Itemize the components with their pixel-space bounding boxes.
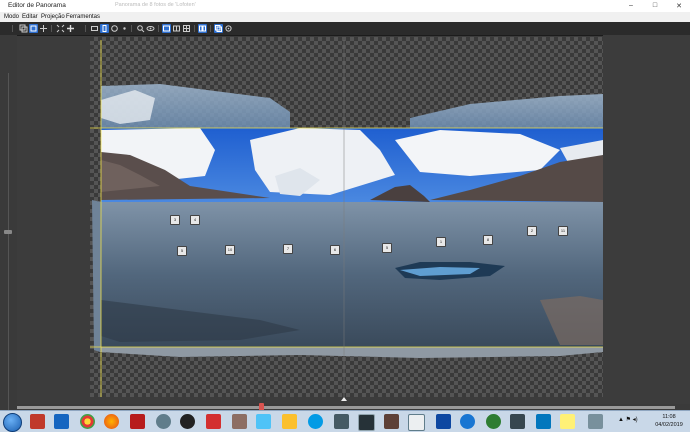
settings-icon[interactable] [224, 24, 233, 33]
app-icon-blue[interactable] [460, 414, 475, 429]
toolbar-separator [210, 25, 211, 32]
toolbar-separator [131, 25, 132, 32]
photoshop-icon[interactable] [436, 414, 451, 429]
lightroom-icon[interactable] [358, 414, 375, 431]
control-point[interactable]: 11 [558, 226, 568, 236]
firefox-icon[interactable] [104, 414, 119, 429]
control-point[interactable]: 10 [225, 245, 235, 255]
outlook-icon[interactable] [54, 414, 69, 429]
app-icon-window[interactable] [408, 414, 425, 431]
app-icon-pale-yellow[interactable] [560, 414, 575, 429]
menu-editar[interactable]: Editar [22, 14, 38, 20]
app-icon-yellow[interactable] [282, 414, 297, 429]
skype-icon[interactable] [308, 414, 323, 429]
control-point[interactable]: 4 [190, 215, 200, 225]
control-point[interactable]: 5 [177, 246, 187, 256]
toolbar-separator [12, 25, 13, 32]
view-split-icon[interactable] [172, 24, 181, 33]
app-icon-slate[interactable] [334, 414, 349, 429]
filezilla-icon[interactable] [130, 414, 145, 429]
app-icon-gray[interactable] [510, 414, 525, 429]
background-tab-title[interactable]: Panorama de 8 fotos de 'Lofoten' [115, 2, 196, 8]
chrome-icon[interactable] [80, 414, 95, 429]
clock[interactable]: 11:08 04/02/2019 [652, 413, 686, 429]
rect-icon[interactable] [90, 24, 99, 33]
start-button[interactable] [3, 413, 22, 432]
layers-icon[interactable] [19, 24, 28, 33]
app-icon-brown[interactable] [232, 414, 247, 429]
app-icon-red[interactable] [30, 414, 45, 429]
app-icon-light-blue[interactable] [256, 414, 271, 429]
move-icon[interactable] [39, 24, 48, 33]
close-button[interactable]: ✕ [672, 1, 686, 10]
system-tray[interactable]: ▲ ⚑ ◂) [618, 416, 638, 423]
columns-icon[interactable] [198, 24, 207, 33]
vlc-icon[interactable] [180, 414, 195, 429]
maximize-button[interactable]: □ [648, 1, 662, 10]
menu-modo[interactable]: Modo [4, 14, 19, 20]
horizontal-slider-track[interactable] [17, 406, 675, 409]
toolbar-separator [194, 25, 195, 32]
view-single-icon[interactable] [162, 24, 171, 33]
control-point[interactable]: 7 [283, 244, 293, 254]
add-icon[interactable] [66, 24, 75, 33]
settings-app-icon[interactable] [156, 414, 171, 429]
window-title: Editor de Panorama [8, 2, 66, 9]
clock-time: 11:08 [662, 414, 676, 420]
app-icon-darkbrown[interactable] [384, 414, 399, 429]
zoom-icon[interactable] [136, 24, 145, 33]
layers-stack-icon[interactable] [214, 24, 223, 33]
toolbar-separator [158, 25, 159, 32]
app-icon-green[interactable] [486, 414, 501, 429]
control-point[interactable]: 3 [170, 215, 180, 225]
left-panel [0, 35, 17, 429]
control-point[interactable]: 5 [382, 243, 392, 253]
app-icon-dark-red[interactable] [206, 414, 221, 429]
toolbar [0, 22, 690, 36]
toolbar-separator [51, 25, 52, 32]
window-controls: – □ ✕ [624, 1, 686, 10]
vertical-slider-track[interactable] [8, 73, 9, 429]
taskbar: ▲ ⚑ ◂) 11:08 04/02/2019 [0, 410, 690, 432]
clock-date: 04/02/2019 [655, 422, 683, 428]
right-empty-area [603, 35, 690, 404]
app-icon-gray-blue[interactable] [588, 414, 603, 429]
toolbar-separator [85, 25, 86, 32]
crop-select-icon[interactable] [29, 24, 38, 33]
vertical-slider-handle[interactable] [4, 230, 12, 234]
minimize-button[interactable]: – [624, 1, 638, 10]
menu-projecao[interactable]: Projeção [41, 14, 65, 20]
crop-icon[interactable] [100, 24, 109, 33]
control-point[interactable]: 6 [330, 245, 340, 255]
control-point[interactable]: 8 [483, 235, 493, 245]
fit-icon[interactable] [56, 24, 65, 33]
control-point[interactable]: 2 [527, 226, 537, 236]
grid-icon[interactable] [182, 24, 191, 33]
eye-icon[interactable] [146, 24, 155, 33]
control-point[interactable]: 1 [436, 237, 446, 247]
edge-icon[interactable] [536, 414, 551, 429]
menu-ferramentas[interactable]: Ferramentas [66, 14, 100, 20]
lasso-icon[interactable] [110, 24, 119, 33]
dot-icon[interactable] [120, 24, 129, 33]
